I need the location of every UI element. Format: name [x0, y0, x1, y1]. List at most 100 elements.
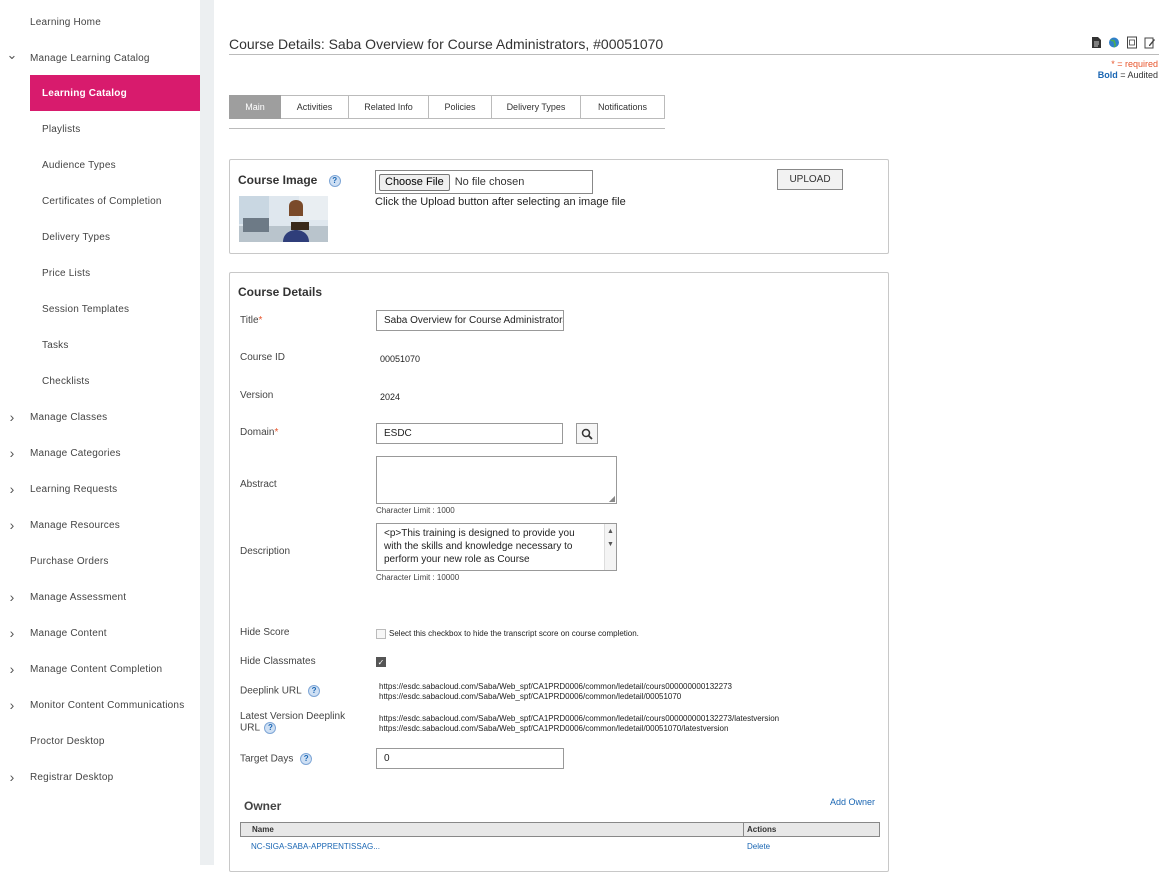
- tab-main[interactable]: Main: [229, 95, 281, 119]
- abstract-textarea[interactable]: ◢: [376, 456, 617, 504]
- chevron-down-icon[interactable]: ⌄: [6, 47, 18, 63]
- sidebar-item-delivery-types[interactable]: Delivery Types: [0, 219, 200, 255]
- version-label: Version: [240, 390, 274, 401]
- sidebar-item-proctor-desktop[interactable]: Proctor Desktop: [0, 723, 200, 759]
- sidebar-item-label: Registrar Desktop: [30, 771, 114, 783]
- domain-label: Domain*: [240, 427, 278, 438]
- domain-input[interactable]: ESDC: [376, 423, 563, 444]
- add-owner-link[interactable]: Add Owner: [830, 797, 875, 807]
- scroll-up-icon[interactable]: ▲: [607, 528, 614, 535]
- tab-delivery-types[interactable]: Delivery Types: [492, 95, 581, 119]
- audited-text: = Audited: [1117, 70, 1158, 80]
- sidebar-item-price-lists[interactable]: Price Lists: [0, 255, 200, 291]
- search-icon: [581, 428, 593, 440]
- latest-label-line2: URL ?: [240, 722, 345, 734]
- sidebar-item-label: Learning Home: [30, 16, 101, 28]
- chevron-right-icon[interactable]: ›: [6, 517, 18, 533]
- sidebar-item-manage-content-completion[interactable]: › Manage Content Completion: [0, 651, 200, 687]
- deeplink-urls: https://esdc.sabacloud.com/Saba/Web_spf/…: [379, 682, 732, 702]
- help-icon[interactable]: ?: [308, 685, 321, 697]
- file-input[interactable]: Choose File No file chosen: [375, 170, 593, 194]
- delete-owner-link[interactable]: Delete: [747, 842, 770, 851]
- help-icon[interactable]: ?: [328, 174, 341, 187]
- resize-handle-icon[interactable]: ◢: [609, 494, 615, 503]
- sidebar-item-manage-learning-catalog[interactable]: ⌄ Manage Learning Catalog: [0, 40, 200, 76]
- target-days-label-text: Target Days: [240, 753, 294, 765]
- sidebar-item-label: Playlists: [42, 123, 81, 135]
- sidebar-item-checklists[interactable]: Checklists: [0, 363, 200, 399]
- tab-activities[interactable]: Activities: [281, 95, 349, 119]
- sidebar-item-label: Checklists: [42, 375, 90, 387]
- hide-score-label: Hide Score: [240, 627, 290, 638]
- target-days-input[interactable]: 0: [376, 748, 564, 769]
- title-label: Title*: [240, 315, 262, 326]
- chevron-right-icon[interactable]: ›: [6, 661, 18, 677]
- column-divider: [743, 823, 744, 836]
- help-icon[interactable]: ?: [300, 753, 313, 765]
- chevron-right-icon[interactable]: ›: [6, 445, 18, 461]
- chevron-right-icon[interactable]: ›: [6, 769, 18, 785]
- sidebar-item-label: Proctor Desktop: [30, 735, 105, 747]
- sidebar-item-monitor-content-communications[interactable]: › Monitor Content Communications: [0, 687, 200, 723]
- sidebar-item-certificates-of-completion[interactable]: Certificates of Completion: [0, 183, 200, 219]
- sidebar-item-manage-resources[interactable]: › Manage Resources: [0, 507, 200, 543]
- course-image-title: Course Image: [238, 173, 318, 187]
- sidebar-item-label: Audience Types: [42, 159, 116, 171]
- tab-bar: Main Activities Related Info Policies De…: [229, 95, 665, 119]
- choose-file-button[interactable]: Choose File: [379, 173, 450, 191]
- chevron-right-icon[interactable]: ›: [6, 589, 18, 605]
- latest-label-line2-text: URL: [240, 722, 260, 734]
- sidebar-item-manage-content[interactable]: › Manage Content: [0, 615, 200, 651]
- description-scrollbar[interactable]: ▲ ▼: [604, 524, 616, 570]
- sidebar-item-audience-types[interactable]: Audience Types: [0, 147, 200, 183]
- sidebar-item-label: Delivery Types: [42, 231, 111, 243]
- sidebar-item-manage-assessment[interactable]: › Manage Assessment: [0, 579, 200, 615]
- title-input[interactable]: Saba Overview for Course Administrators: [376, 310, 564, 331]
- domain-label-text: Domain: [240, 427, 275, 438]
- sidebar-item-playlists[interactable]: Playlists: [0, 111, 200, 147]
- document-icon[interactable]: [1090, 36, 1102, 49]
- tabs-divider: [229, 128, 665, 129]
- sidebar-item-tasks[interactable]: Tasks: [0, 327, 200, 363]
- latest-deeplink-label: Latest Version Deeplink URL ?: [240, 711, 345, 734]
- domain-lookup-button[interactable]: [576, 423, 598, 444]
- scroll-down-icon[interactable]: ▼: [607, 541, 614, 548]
- hide-classmates-checkbox[interactable]: ✓: [376, 657, 386, 667]
- column-actions: Actions: [747, 825, 777, 834]
- tab-related-info[interactable]: Related Info: [349, 95, 429, 119]
- hide-score-checkbox[interactable]: [376, 629, 386, 639]
- sidebar-item-label: Learning Requests: [30, 483, 118, 495]
- edit-icon[interactable]: [1144, 36, 1156, 49]
- sidebar-item-session-templates[interactable]: Session Templates: [0, 291, 200, 327]
- sidebar-item-manage-categories[interactable]: › Manage Categories: [0, 435, 200, 471]
- chevron-right-icon[interactable]: ›: [6, 481, 18, 497]
- chevron-right-icon[interactable]: ›: [6, 697, 18, 713]
- chevron-right-icon[interactable]: ›: [6, 409, 18, 425]
- chevron-right-icon[interactable]: ›: [6, 625, 18, 641]
- description-label: Description: [240, 546, 291, 557]
- sidebar-item-manage-classes[interactable]: › Manage Classes: [0, 399, 200, 435]
- owner-heading: Owner: [244, 799, 282, 813]
- sidebar-item-purchase-orders[interactable]: Purchase Orders: [0, 543, 200, 579]
- owner-name-link[interactable]: NC-SIGA-SABA-APPRENTISSAG...: [251, 842, 380, 851]
- globe-icon[interactable]: [1108, 36, 1120, 49]
- abstract-char-limit: Character Limit : 1000: [376, 506, 455, 515]
- target-days-label: Target Days ?: [240, 753, 313, 765]
- tab-notifications[interactable]: Notifications: [581, 95, 665, 119]
- deeplink-url-1: https://esdc.sabacloud.com/Saba/Web_spf/…: [379, 682, 732, 691]
- sidebar-item-label: Learning Catalog: [42, 87, 127, 99]
- description-textarea[interactable]: <p>This training is designed to provide …: [376, 523, 617, 571]
- sidebar-item-learning-requests[interactable]: › Learning Requests: [0, 471, 200, 507]
- report-icon[interactable]: [1126, 36, 1138, 49]
- hide-score-text: Select this checkbox to hide the transcr…: [389, 629, 639, 638]
- upload-hint: Click the Upload button after selecting …: [375, 196, 626, 208]
- sidebar-item-learning-catalog[interactable]: Learning Catalog: [30, 75, 200, 111]
- help-icon[interactable]: ?: [264, 722, 277, 734]
- tab-policies[interactable]: Policies: [429, 95, 492, 119]
- deeplink-url-2: https://esdc.sabacloud.com/Saba/Web_spf/…: [379, 692, 682, 701]
- sidebar-item-learning-home[interactable]: Learning Home: [0, 4, 200, 40]
- sidebar-item-label: Manage Assessment: [30, 591, 127, 603]
- sidebar-item-registrar-desktop[interactable]: › Registrar Desktop: [0, 759, 200, 795]
- deeplink-label-text: Deeplink URL: [240, 685, 302, 697]
- upload-button[interactable]: UPLOAD: [777, 169, 843, 190]
